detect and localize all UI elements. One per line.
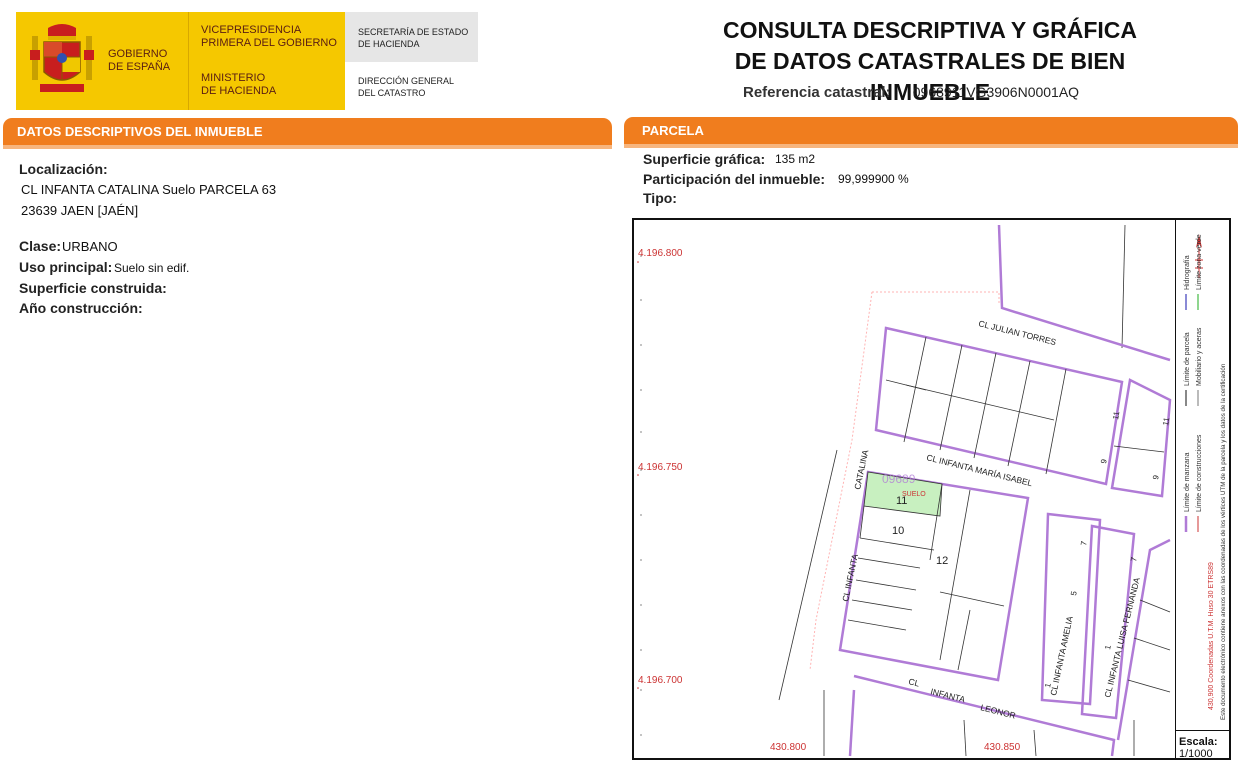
- block-number-11b: 11: [1111, 410, 1121, 420]
- gobierno-espana-text: GOBIERNO DE ESPAÑA: [108, 48, 171, 73]
- clase-label: Clase:: [19, 238, 62, 254]
- legend-limite-construcciones: Límite de construcciones: [1196, 434, 1203, 512]
- clase-value: URBANO: [62, 239, 118, 254]
- scale-label: Escala:: [1179, 736, 1218, 748]
- cadastral-map-drawing: 4.196.800 4.196.750 4.196.700 430.800 43…: [637, 224, 1172, 757]
- map-scale: Escala: 1/1000: [1175, 730, 1229, 760]
- ministerio-text: MINISTERIO DE HACIENDA: [201, 72, 277, 97]
- street-leonor-cl: CL: [908, 676, 921, 688]
- participacion-value: 99,999900 %: [838, 172, 909, 186]
- coord-x-2: 430.850: [984, 742, 1021, 753]
- uso-principal-value: Suelo sin edif.: [114, 261, 190, 275]
- parcel-number-10: 10: [892, 525, 904, 537]
- section-datos-descriptivos: DATOS DESCRIPTIVOS DEL INMUEBLE: [3, 118, 612, 145]
- superficie-construida-label: Superficie construida:: [19, 280, 167, 296]
- legend-hidrografia: Hidrografía: [1184, 255, 1191, 290]
- cadastral-map[interactable]: 4.196.800 4.196.750 4.196.700 430.800 43…: [632, 218, 1231, 760]
- legend-limite-parcela: Límite de parcela: [1184, 332, 1191, 386]
- direccion-general-text: DIRECCIÓN GENERAL DEL CATASTRO: [358, 76, 455, 98]
- street-leonor-infanta: INFANTA: [930, 686, 967, 704]
- legend-coord-note: 430,900 Coordenadas U.T.M. Huso 30 ETRS8…: [1208, 562, 1215, 710]
- coord-y-1: 4.196.800: [638, 248, 683, 259]
- tipo-label: Tipo:: [643, 190, 677, 206]
- parcel-number-12: 12: [936, 555, 948, 567]
- legend-zona-verde: Límite zona verde: [1196, 234, 1203, 290]
- street-infanta-left: CL INFANTA: [840, 553, 860, 603]
- vicepresidencia-text: VICEPRESIDENCIA PRIMERA DEL GOBIERNO: [201, 24, 337, 49]
- localizacion-line1: CL INFANTA CATALINA Suelo PARCELA 63: [21, 182, 277, 197]
- map-legend: Límite de manzana Límite de parcela Hidr…: [1175, 220, 1229, 730]
- coord-y-2: 4.196.750: [638, 462, 683, 473]
- participacion-label: Participación del inmueble:: [643, 171, 826, 187]
- block-number-9a: 9: [1099, 458, 1109, 464]
- referencia-value: 0968911VG3906N0001AQ: [912, 84, 1080, 100]
- coat-of-arms-icon: [30, 24, 94, 92]
- block-number-11c: 11: [1161, 416, 1171, 426]
- parcel-number-11: 11: [896, 495, 907, 507]
- legend-document-note: Este documento electrónico contiene anex…: [1220, 363, 1227, 720]
- localizacion-label: Localización:: [19, 161, 108, 177]
- block-number-7a: 7: [1079, 540, 1089, 546]
- secretaria-text: SECRETARÍA DE ESTADO DE HACIENDA: [358, 27, 469, 49]
- block-number-7b: 7: [1129, 556, 1139, 562]
- section-parcela: PARCELA: [624, 117, 1238, 144]
- superficie-grafica-label: Superficie gráfica:: [643, 151, 766, 167]
- section-underline-right: [624, 144, 1238, 148]
- section-underline: [3, 145, 612, 149]
- block-number-9b: 9: [1151, 474, 1161, 480]
- superficie-grafica-value: 135 m2: [775, 152, 816, 166]
- coord-y-3: 4.196.700: [638, 675, 683, 686]
- logo-divider: [188, 12, 189, 110]
- parcel-ghost-number: 09689: [882, 472, 916, 486]
- street-leonor: LEONOR: [980, 702, 1017, 720]
- legend-limite-manzana: Límite de manzana: [1184, 452, 1191, 512]
- scale-value: 1/1000: [1179, 748, 1213, 760]
- anio-construccion-label: Año construcción:: [19, 300, 143, 316]
- block-number-1b: 1: [1103, 644, 1113, 650]
- referencia-label: Referencia catastral:: [743, 84, 891, 101]
- uso-principal-label: Uso principal:: [19, 259, 113, 275]
- referencia-catastral: Referencia catastral: 0968911VG3906N0001…: [743, 84, 1079, 101]
- coord-x-1: 430.800: [770, 742, 807, 753]
- localizacion-line2: 23639 JAEN [JAÉN]: [21, 203, 139, 218]
- legend-mobiliario: Mobiliario y aceras: [1196, 327, 1203, 386]
